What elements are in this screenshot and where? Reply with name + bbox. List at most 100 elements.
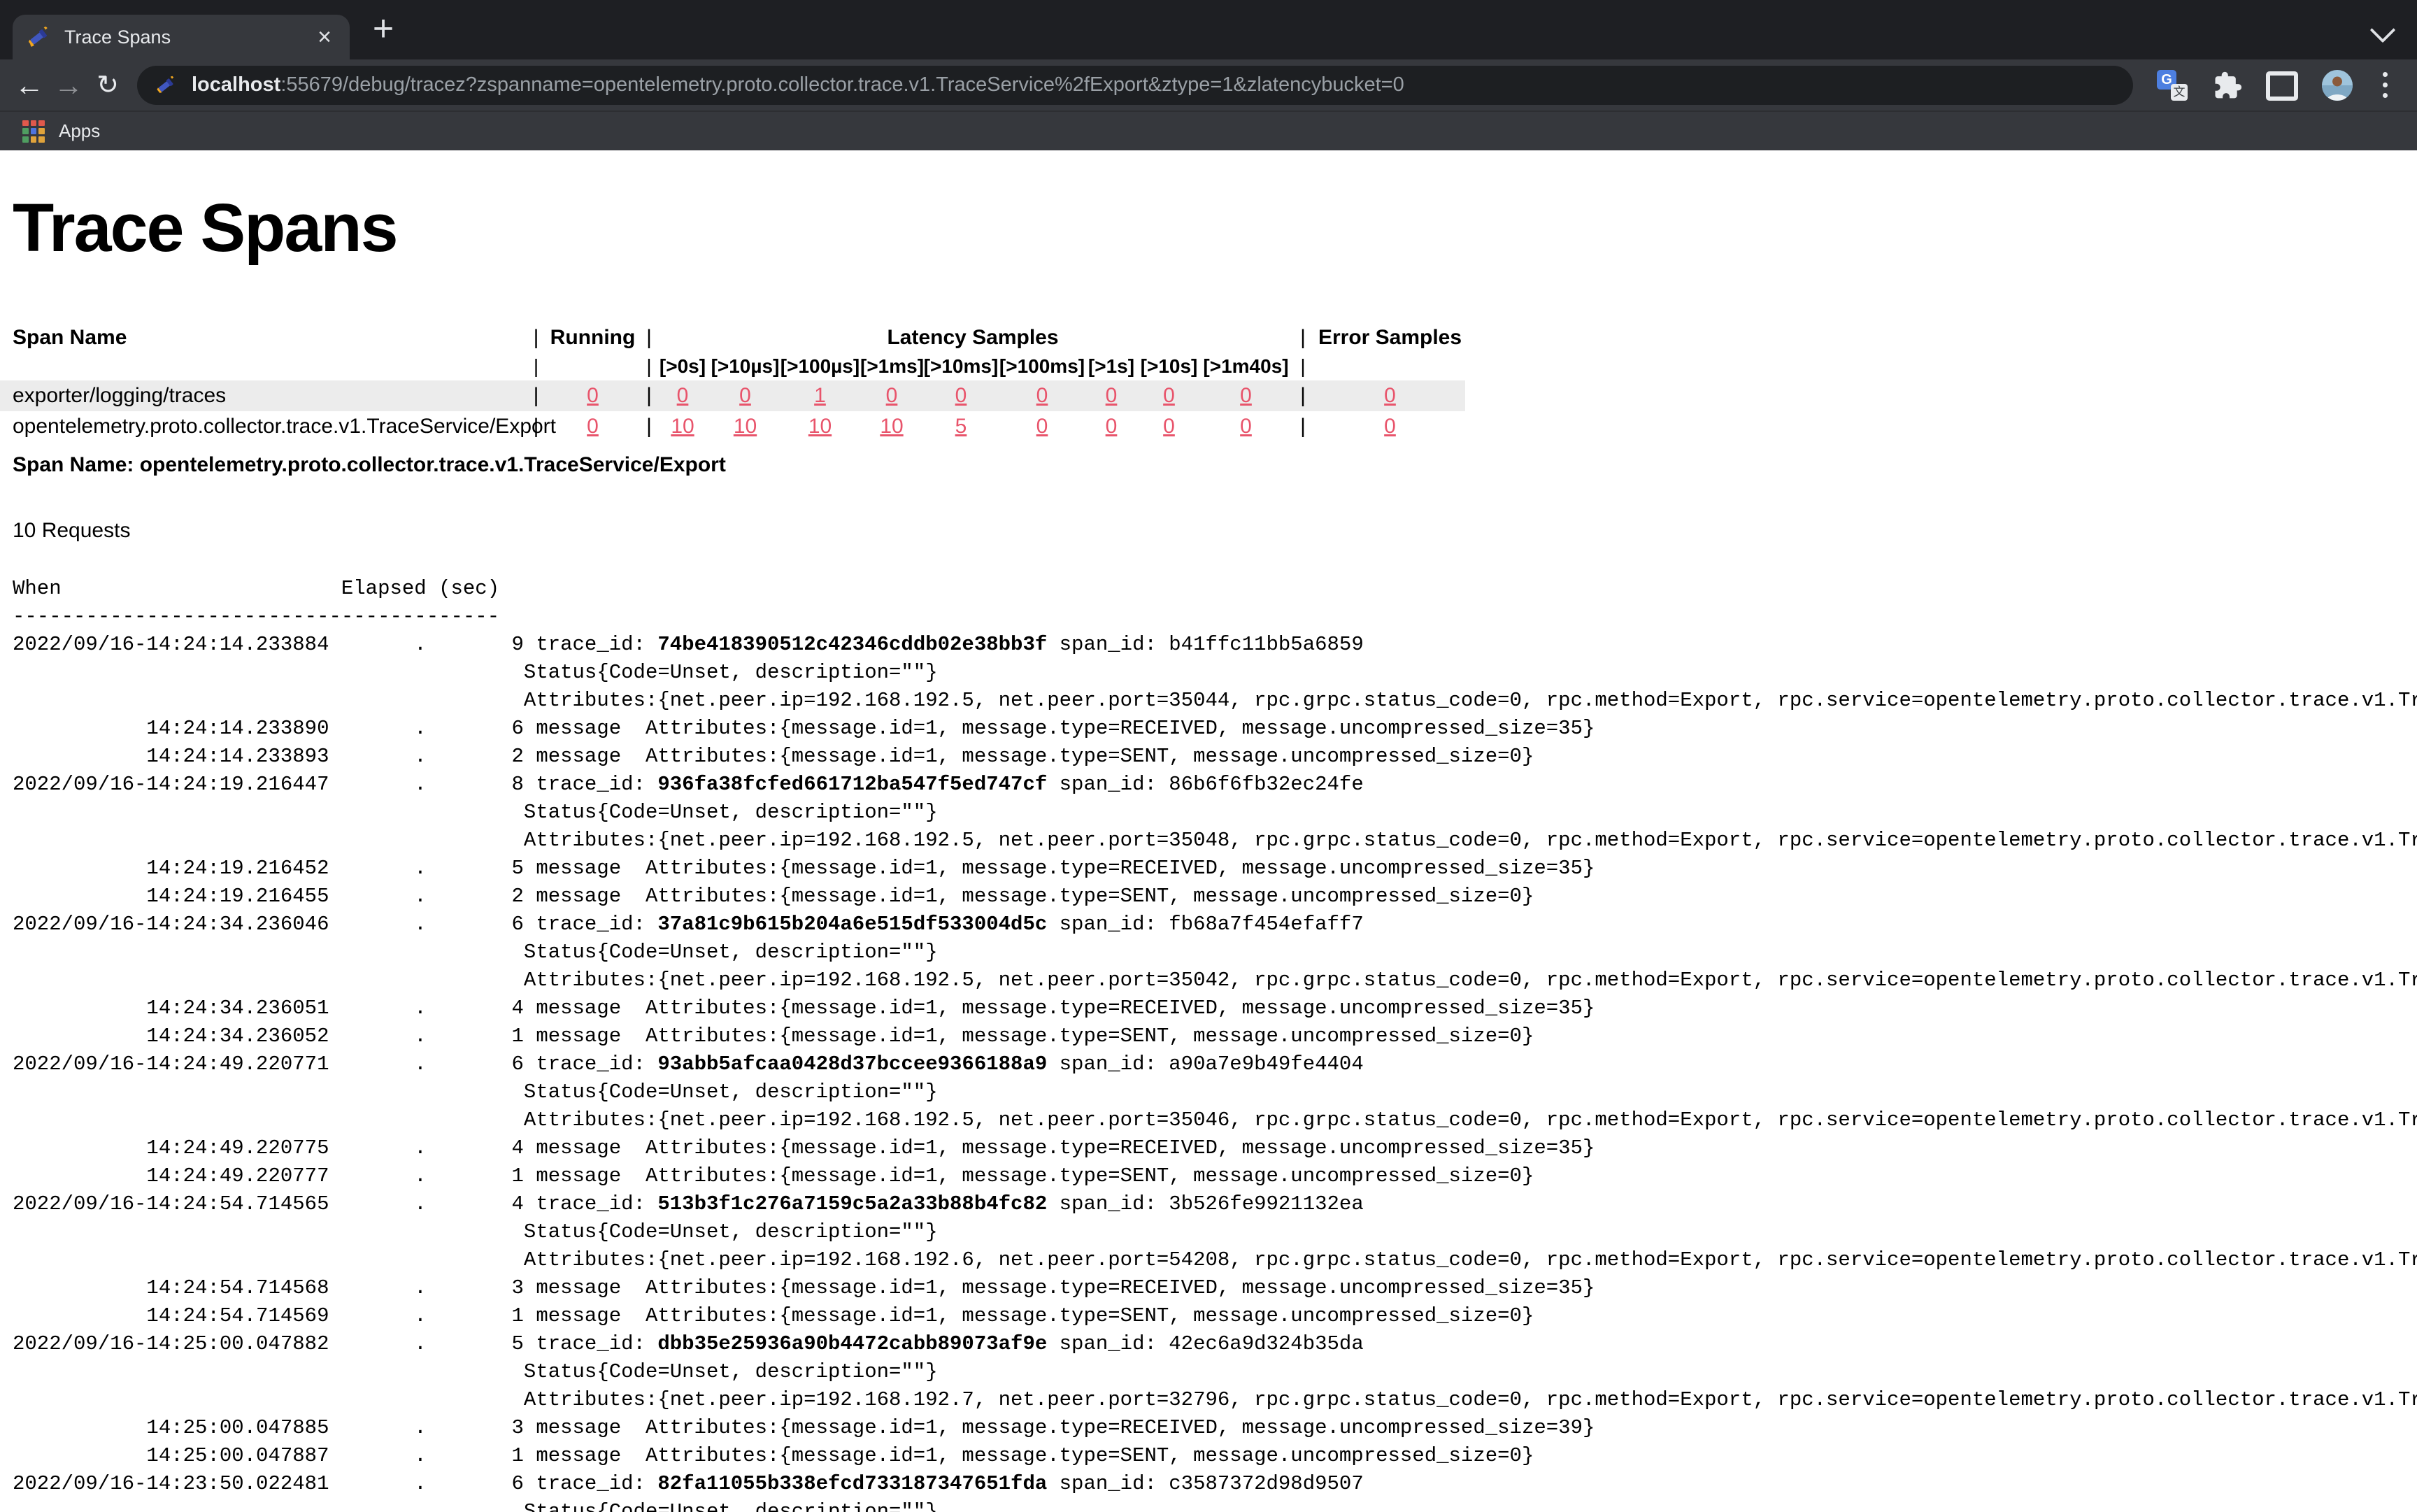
latency-sample-count-link[interactable]: 0 bbox=[1036, 415, 1048, 438]
count-cell: 10 bbox=[711, 415, 780, 438]
count-cell: 0 bbox=[923, 384, 999, 408]
count-cell: 10 bbox=[655, 415, 711, 438]
new-tab-button[interactable]: + bbox=[366, 8, 400, 50]
count-cell: 0 bbox=[999, 415, 1085, 438]
latency-sample-count-link[interactable]: 0 bbox=[1036, 384, 1048, 407]
column-separator: | bbox=[530, 384, 542, 408]
site-favicon-telescope-icon bbox=[155, 75, 176, 96]
count-cell: 0 bbox=[999, 384, 1085, 408]
count-cell: 1 bbox=[780, 384, 860, 408]
latency-bucket-header-row: ||[>0s][>10µs][>100µs][>1ms][>10ms][>100… bbox=[0, 350, 1465, 380]
latency-sample-count-link[interactable]: 0 bbox=[1240, 384, 1252, 407]
latency-sample-count-link[interactable]: 0 bbox=[955, 384, 967, 407]
tracez-page: Trace Spans Span Name | Running | Latenc… bbox=[0, 150, 2417, 1512]
selected-span-name: Span Name: opentelemetry.proto.collector… bbox=[13, 453, 2417, 477]
count-cell: 0 bbox=[542, 415, 643, 438]
count-cell: 5 bbox=[923, 415, 999, 438]
opentelemetry-telescope-icon bbox=[27, 25, 50, 49]
latency-sample-count-link[interactable]: 0 bbox=[1240, 415, 1252, 438]
latency-sample-count-link[interactable]: 0 bbox=[1163, 384, 1175, 407]
latency-sample-count-link[interactable]: 0 bbox=[677, 384, 689, 407]
extensions-puzzle-icon[interactable] bbox=[2211, 70, 2242, 101]
summary-table-body: exporter/logging/traces|0|001000000|0ope… bbox=[0, 380, 1465, 442]
google-translate-icon[interactable]: G 文 bbox=[2157, 70, 2188, 101]
latency-sample-count-link[interactable]: 10 bbox=[880, 415, 903, 438]
latency-bucket-label: [>10s] bbox=[1137, 355, 1201, 380]
header-span-name: Span Name bbox=[0, 326, 530, 350]
page-title: Trace Spans bbox=[0, 150, 2417, 267]
latency-bucket-label: [>1s] bbox=[1085, 355, 1137, 380]
running-count-link[interactable]: 0 bbox=[587, 415, 599, 438]
column-separator: | bbox=[1291, 326, 1315, 350]
span-name-cell: opentelemetry.proto.collector.trace.v1.T… bbox=[0, 415, 530, 438]
count-cell: 0 bbox=[860, 384, 923, 408]
profile-avatar[interactable] bbox=[2322, 70, 2353, 101]
error-sample-count-link[interactable]: 0 bbox=[1384, 384, 1396, 407]
tab-close-icon[interactable]: × bbox=[311, 23, 338, 51]
column-separator: | bbox=[643, 384, 655, 408]
span-summary-table: Span Name | Running | Latency Samples | … bbox=[0, 318, 1465, 442]
column-separator: | bbox=[1291, 415, 1315, 438]
count-cell: 0 bbox=[542, 384, 643, 408]
browser-menu-icon[interactable] bbox=[2376, 72, 2393, 98]
trace-id-value: 513b3f1c276a7159c5a2a33b88b4fc82 bbox=[657, 1192, 1047, 1215]
running-count-link[interactable]: 0 bbox=[587, 384, 599, 407]
latency-sample-count-link[interactable]: 10 bbox=[734, 415, 757, 438]
trace-id-value: 93abb5afcaa0428d37bccee9366188a9 bbox=[657, 1053, 1047, 1076]
latency-sample-count-link[interactable]: 1 bbox=[814, 384, 826, 407]
trace-id-value: 936fa38fcfed661712ba547f5ed747cf bbox=[657, 773, 1047, 796]
trace-id-value: 82fa11055b338efcd733187347651fda bbox=[657, 1472, 1047, 1495]
count-cell: 0 bbox=[1137, 384, 1201, 408]
count-cell: 0 bbox=[1315, 415, 1465, 438]
browser-toolbar: ← → ↻ localhost:55679/debug/tracez?zspan… bbox=[0, 59, 2417, 110]
header-latency-samples: Latency Samples bbox=[655, 326, 1291, 350]
trace-id-value: dbb35e25936a90b4472cabb89073af9e bbox=[657, 1332, 1047, 1355]
address-bar[interactable]: localhost:55679/debug/tracez?zspanname=o… bbox=[137, 66, 2133, 105]
count-cell: 10 bbox=[860, 415, 923, 438]
count-cell: 0 bbox=[1201, 384, 1291, 408]
summary-table-row: opentelemetry.proto.collector.trace.v1.T… bbox=[0, 411, 1465, 442]
empty-cell bbox=[542, 378, 643, 380]
tab-search-chevron-icon[interactable] bbox=[2370, 17, 2396, 43]
latency-sample-count-link[interactable]: 0 bbox=[1106, 384, 1118, 407]
latency-sample-count-link[interactable]: 0 bbox=[1106, 415, 1118, 438]
count-cell: 0 bbox=[1085, 384, 1137, 408]
latency-sample-count-link[interactable]: 10 bbox=[808, 415, 832, 438]
back-button[interactable]: ← bbox=[10, 71, 49, 100]
apps-grid-icon bbox=[22, 120, 45, 143]
apps-shortcut[interactable]: Apps bbox=[22, 120, 100, 143]
header-running: Running bbox=[542, 326, 643, 350]
url-host: localhost bbox=[192, 73, 280, 96]
bookmarks-bar: Apps bbox=[0, 110, 2417, 150]
column-separator: | bbox=[530, 415, 542, 438]
browser-tab[interactable]: Trace Spans × bbox=[13, 15, 350, 59]
latency-bucket-label: [>10ms] bbox=[923, 355, 999, 380]
latency-sample-count-link[interactable]: 5 bbox=[955, 415, 967, 438]
side-panel-icon[interactable] bbox=[2266, 71, 2298, 101]
forward-button[interactable]: → bbox=[49, 71, 88, 100]
column-separator: | bbox=[1291, 355, 1315, 380]
count-cell: 0 bbox=[1201, 415, 1291, 438]
trace-log: When Elapsed (sec) ---------------------… bbox=[13, 575, 2417, 1512]
summary-table-header: Span Name | Running | Latency Samples | … bbox=[0, 318, 1465, 350]
column-separator: | bbox=[643, 355, 655, 380]
trace-id-value: 37a81c9b615b204a6e515df533004d5c bbox=[657, 913, 1047, 936]
error-sample-count-link[interactable]: 0 bbox=[1384, 415, 1396, 438]
latency-bucket-label: [>100ms] bbox=[999, 355, 1085, 380]
count-cell: 10 bbox=[780, 415, 860, 438]
count-cell: 0 bbox=[1315, 384, 1465, 408]
count-cell: 0 bbox=[655, 384, 711, 408]
latency-sample-count-link[interactable]: 0 bbox=[1163, 415, 1175, 438]
column-separator: | bbox=[643, 415, 655, 438]
apps-label: Apps bbox=[59, 120, 100, 142]
latency-sample-count-link[interactable]: 0 bbox=[886, 384, 898, 407]
latency-sample-count-link[interactable]: 0 bbox=[739, 384, 751, 407]
browser-tabstrip: Trace Spans × + bbox=[0, 0, 2417, 59]
latency-bucket-label: [>1ms] bbox=[860, 355, 923, 380]
count-cell: 0 bbox=[1137, 415, 1201, 438]
column-separator: | bbox=[643, 326, 655, 350]
reload-button[interactable]: ↻ bbox=[88, 71, 127, 100]
latency-sample-count-link[interactable]: 10 bbox=[671, 415, 694, 438]
latency-bucket-label: [>100µs] bbox=[780, 355, 860, 380]
header-error-samples: Error Samples bbox=[1315, 326, 1465, 350]
